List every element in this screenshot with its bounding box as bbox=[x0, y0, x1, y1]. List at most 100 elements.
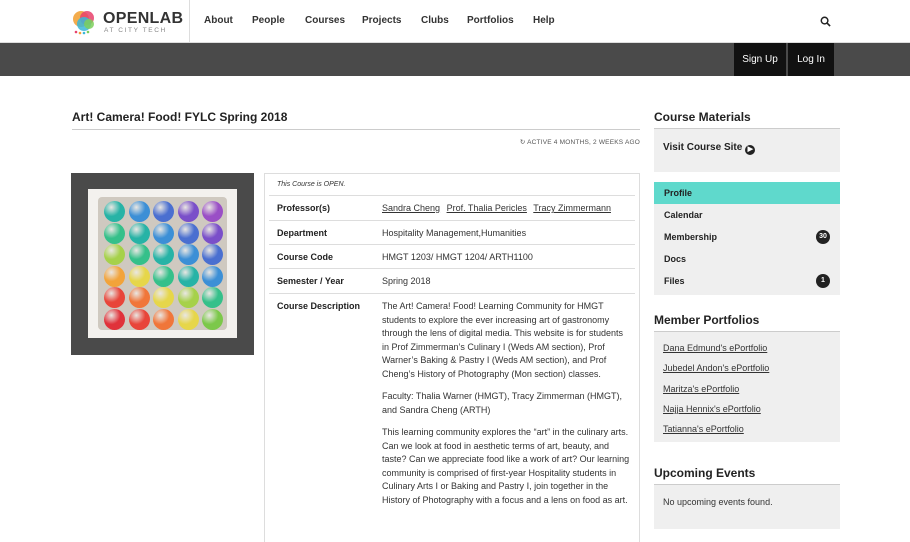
nav-about[interactable]: About bbox=[204, 15, 233, 26]
menu-item-label: Calendar bbox=[664, 210, 703, 220]
egg-shape bbox=[202, 308, 223, 330]
nav-people[interactable]: People bbox=[252, 15, 285, 26]
professor-link[interactable]: Prof. Thalia Pericles bbox=[447, 203, 527, 213]
egg-shape bbox=[104, 287, 125, 308]
department-label: Department bbox=[277, 228, 328, 238]
portfolio-link[interactable]: Tatianna's ePortfolio bbox=[663, 424, 744, 434]
upcoming-events-box: No upcoming events found. bbox=[654, 485, 840, 529]
course-avatar bbox=[71, 173, 254, 355]
egg-shape bbox=[128, 308, 150, 330]
portfolio-link[interactable]: Jubedel Andon's ePortfolio bbox=[663, 363, 769, 373]
egg-shape bbox=[128, 265, 150, 287]
egg-shape bbox=[202, 287, 223, 308]
egg-shape bbox=[153, 244, 174, 265]
menu-item-calendar[interactable]: Calendar bbox=[654, 204, 840, 226]
egg-shape bbox=[104, 244, 125, 265]
portfolio-link[interactable]: Najja Hennix's ePortfolio bbox=[663, 404, 761, 414]
semester-value: Spring 2018 bbox=[382, 276, 431, 286]
openlab-logo-icon bbox=[73, 11, 94, 35]
sign-up-button[interactable]: Sign Up bbox=[734, 43, 786, 76]
nav-divider bbox=[189, 0, 190, 43]
professors-value: Sandra Cheng Prof. Thalia Pericles Tracy… bbox=[382, 203, 615, 213]
professor-link[interactable]: Sandra Cheng bbox=[382, 203, 440, 213]
egg-shape bbox=[202, 265, 223, 287]
semester-label: Semester / Year bbox=[277, 276, 344, 286]
menu-item-docs[interactable]: Docs bbox=[654, 248, 840, 270]
course-avatar-image bbox=[88, 189, 237, 338]
egg-shape bbox=[153, 222, 174, 244]
nav-portfolios[interactable]: Portfolios bbox=[467, 15, 514, 26]
nav-courses[interactable]: Courses bbox=[305, 15, 345, 26]
semester-row: Semester / Year Spring 2018 bbox=[269, 268, 635, 293]
description-paragraph: Faculty: Thalia Warner (HMGT), Tracy Zim… bbox=[382, 391, 623, 415]
visit-course-site-box: Visit Course Site ▶ bbox=[654, 129, 840, 172]
nav-clubs[interactable]: Clubs bbox=[421, 15, 449, 26]
description-paragraph: The Art! Camera! Food! Learning Communit… bbox=[382, 301, 623, 379]
course-materials-heading: Course Materials bbox=[654, 110, 751, 124]
title-divider bbox=[72, 129, 640, 130]
menu-item-profile[interactable]: Profile bbox=[654, 182, 840, 204]
menu-item-label: Docs bbox=[664, 254, 687, 264]
course-code-label: Course Code bbox=[277, 252, 334, 262]
menu-item-label: Profile bbox=[664, 188, 693, 198]
egg-shape bbox=[177, 265, 199, 287]
activity-text: ACTIVE 4 MONTHS, 2 WEEKS AGO bbox=[527, 139, 640, 146]
menu-item-label: Files bbox=[664, 276, 685, 286]
professors-label: Professor(s) bbox=[277, 203, 331, 213]
top-nav: OPENLAB AT CITY TECH About People Course… bbox=[0, 0, 910, 43]
egg-shape bbox=[128, 201, 150, 222]
description-row: Course Description The Art! Camera! Food… bbox=[269, 293, 635, 542]
menu-item-membership[interactable]: Membership 30 bbox=[654, 226, 840, 248]
department-row: Department Hospitality Management,Humani… bbox=[269, 220, 635, 244]
nav-help[interactable]: Help bbox=[533, 15, 555, 26]
course-code-row: Course Code HMGT 1203/ HMGT 1204/ ARTH11… bbox=[269, 244, 635, 268]
course-menu: Profile Calendar Membership 30 Docs File… bbox=[654, 182, 840, 295]
egg-shape bbox=[202, 201, 223, 222]
openlab-logo[interactable]: OPENLAB AT CITY TECH bbox=[72, 9, 184, 35]
brand-name: OPENLAB bbox=[103, 10, 184, 27]
search-icon[interactable] bbox=[820, 16, 831, 27]
course-info: This Course is OPEN. Professor(s) Sandra… bbox=[264, 173, 640, 542]
egg-shape bbox=[202, 222, 223, 244]
egg-shape bbox=[202, 244, 223, 265]
page-title: Art! Camera! Food! FYLC Spring 2018 bbox=[72, 110, 288, 124]
egg-shape bbox=[177, 222, 199, 244]
member-portfolios-heading: Member Portfolios bbox=[654, 313, 760, 327]
menu-item-files[interactable]: Files 1 bbox=[654, 270, 840, 292]
professor-link[interactable]: Tracy Zimmermann bbox=[533, 203, 611, 213]
course-open-note: This Course is OPEN. bbox=[277, 181, 346, 188]
egg-shape bbox=[177, 201, 199, 222]
professors-row: Professor(s) Sandra Cheng Prof. Thalia P… bbox=[269, 195, 635, 220]
member-portfolios-list: Dana Edmund's ePortfolio Jubedel Andon's… bbox=[654, 332, 840, 442]
portfolio-link[interactable]: Dana Edmund's ePortfolio bbox=[663, 343, 767, 353]
description-paragraph: This learning community explores the “ar… bbox=[382, 427, 630, 505]
portfolio-link[interactable]: Maritza's ePortfolio bbox=[663, 384, 739, 394]
egg-shape bbox=[104, 222, 125, 244]
visit-course-site-label: Visit Course Site bbox=[663, 142, 743, 153]
department-value: Hospitality Management,Humanities bbox=[382, 228, 527, 238]
egg-shape bbox=[153, 201, 174, 222]
egg-shape bbox=[104, 308, 125, 330]
log-in-button[interactable]: Log In bbox=[788, 43, 834, 76]
egg-shape bbox=[128, 287, 150, 308]
menu-item-label: Membership bbox=[664, 232, 718, 242]
egg-shape bbox=[153, 287, 174, 308]
account-bar: Sign Up Log In bbox=[0, 43, 910, 76]
egg-shape bbox=[153, 265, 174, 287]
brand-tagline: AT CITY TECH bbox=[104, 27, 167, 34]
visit-course-site-link[interactable]: Visit Course Site ▶ bbox=[663, 142, 756, 155]
membership-count-badge: 30 bbox=[816, 230, 830, 244]
egg-shape bbox=[177, 244, 199, 265]
files-count-badge: 1 bbox=[816, 274, 830, 288]
egg-shape bbox=[177, 287, 199, 308]
egg-shape bbox=[128, 244, 150, 265]
egg-shape bbox=[128, 222, 150, 244]
nav-projects[interactable]: Projects bbox=[362, 15, 401, 26]
description-label: Course Description bbox=[277, 301, 361, 311]
egg-shape bbox=[104, 265, 125, 287]
arrow-right-icon: ▶ bbox=[745, 145, 756, 155]
course-description: The Art! Camera! Food! Learning Communit… bbox=[382, 300, 632, 516]
egg-shape bbox=[104, 201, 125, 222]
upcoming-events-heading: Upcoming Events bbox=[654, 466, 756, 480]
no-events-message: No upcoming events found. bbox=[663, 497, 773, 507]
